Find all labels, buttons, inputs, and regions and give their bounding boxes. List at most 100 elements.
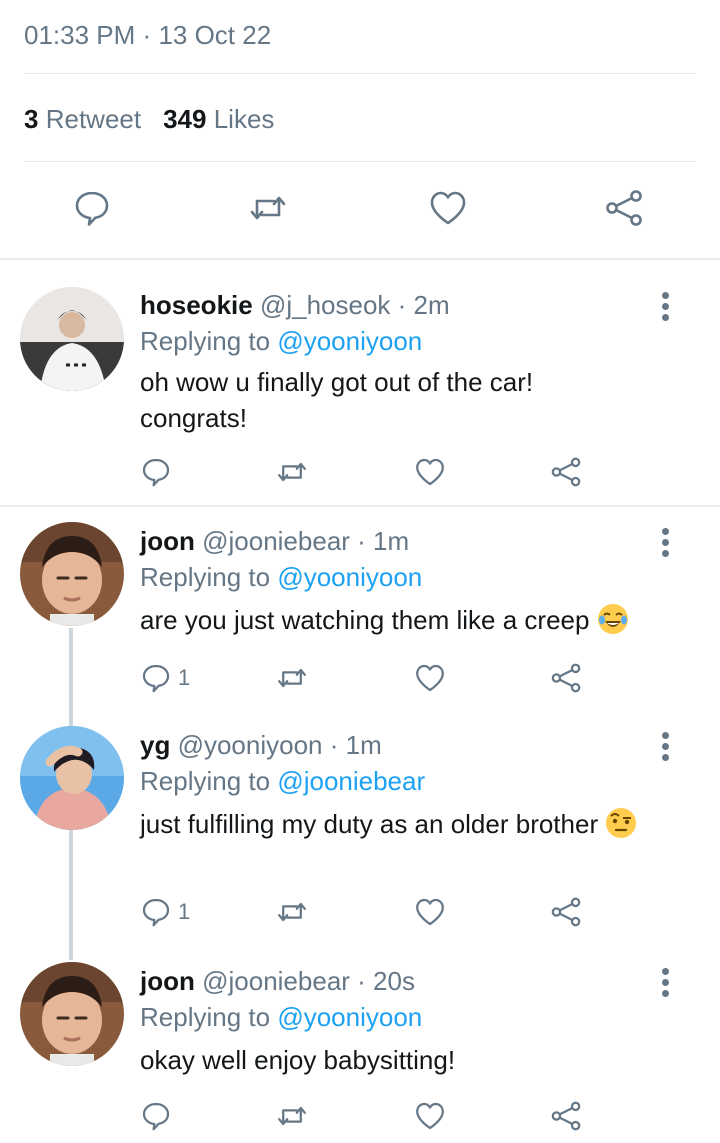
reply-header: hoseokie @j_hoseok · 2m (140, 290, 450, 321)
reply-text: okay well enjoy babysitting! (140, 1045, 456, 1075)
reply-action-bar (0, 454, 720, 490)
replying-to: Replying to @yooniyoon (140, 326, 422, 357)
reply-age: · 20s (357, 966, 415, 996)
heart-icon (430, 191, 466, 225)
retweet-button[interactable] (276, 454, 308, 490)
retweet-icon (278, 902, 306, 922)
reply-age: · 1m (329, 730, 382, 760)
tweet-time: 01:33 PM (24, 20, 136, 50)
share-button[interactable] (550, 660, 582, 696)
retweet-button[interactable] (248, 188, 294, 234)
heart-icon (416, 664, 444, 692)
like-button[interactable] (414, 1098, 446, 1134)
tweet-date: 13 Oct 22 (158, 20, 272, 50)
more-options-button[interactable] (654, 968, 678, 1004)
raised-eyebrow-emoji-icon (606, 808, 637, 838)
share-button[interactable] (550, 454, 582, 490)
like-button[interactable] (414, 894, 446, 930)
retweet-stat[interactable]: 3 Retweet (24, 104, 141, 134)
user-handle[interactable]: @j_hoseok (260, 290, 390, 320)
reply-button[interactable]: 1 (140, 894, 190, 930)
reply-action-bar: 1 (0, 660, 720, 696)
tears-of-joy-emoji-icon (597, 604, 628, 634)
tweet-action-bar (0, 188, 720, 234)
replying-handle-link[interactable]: @jooniebear (277, 766, 425, 796)
reply-button[interactable] (140, 454, 178, 490)
more-options-button[interactable] (654, 292, 678, 328)
heart-icon (416, 1102, 444, 1130)
share-icon (551, 663, 581, 693)
reply-icon (142, 1102, 170, 1131)
retweet-icon (278, 1106, 306, 1126)
likes-stat[interactable]: 349 Likes (163, 104, 274, 134)
retweet-label: Retweet (45, 104, 142, 134)
retweet-icon (278, 668, 306, 688)
replying-label: Replying to (140, 766, 271, 796)
avatar[interactable] (20, 962, 124, 1066)
divider (24, 161, 696, 162)
retweet-icon (250, 196, 286, 220)
display-name[interactable]: hoseokie (140, 290, 253, 320)
replying-label: Replying to (140, 1002, 271, 1032)
reply-icon (142, 898, 170, 927)
reply-icon (142, 458, 170, 487)
reply-count: 1 (178, 899, 191, 924)
retweet-count: 3 (24, 104, 39, 134)
replying-handle-link[interactable]: @yooniyoon (277, 326, 422, 356)
reply-icon (75, 191, 109, 226)
heart-icon (416, 458, 444, 486)
heart-icon (416, 898, 444, 926)
user-handle[interactable]: @jooniebear (202, 526, 350, 556)
likes-label: Likes (213, 104, 275, 134)
reply-header: joon @jooniebear · 1m (140, 526, 409, 557)
user-handle[interactable]: @jooniebear (202, 966, 350, 996)
avatar-image (20, 726, 124, 830)
replying-label: Replying to (140, 562, 271, 592)
reply-header: yg @yooniyoon · 1m (140, 730, 382, 761)
reply-header: joon @jooniebear · 20s (140, 966, 415, 997)
avatar[interactable] (20, 522, 124, 626)
display-name[interactable]: joon (140, 966, 195, 996)
replying-to: Replying to @yooniyoon (140, 1002, 422, 1033)
like-button[interactable] (414, 660, 446, 696)
display-name[interactable]: yg (140, 730, 170, 760)
share-icon (551, 1101, 581, 1131)
more-options-button[interactable] (654, 732, 678, 768)
reply-text: oh wow u finally got out of the car! con… (140, 367, 534, 433)
reply-button[interactable] (72, 188, 118, 234)
replying-to: Replying to @jooniebear (140, 766, 425, 797)
user-handle[interactable]: @yooniyoon (178, 730, 323, 760)
avatar-image (20, 522, 124, 626)
section-divider (0, 258, 720, 260)
avatar[interactable] (20, 726, 124, 830)
share-icon (551, 457, 581, 487)
avatar[interactable] (20, 287, 124, 391)
timestamp-separator: · (142, 20, 152, 50)
reply-icon (142, 664, 170, 693)
retweet-button[interactable] (276, 660, 308, 696)
reply-action-bar: 1 (0, 894, 720, 930)
tweet-timestamp: 01:33 PM · 13 Oct 22 (24, 20, 271, 51)
reply-text-container: are you just watching them like a creep (140, 602, 680, 638)
replying-handle-link[interactable]: @yooniyoon (277, 562, 422, 592)
like-count: 349 (163, 104, 207, 134)
reply-age: · 2m (397, 290, 450, 320)
avatar-image (20, 962, 124, 1066)
replying-handle-link[interactable]: @yooniyoon (277, 1002, 422, 1032)
reply-text-container: just fulfilling my duty as an older brot… (140, 806, 660, 842)
share-button[interactable] (550, 1098, 582, 1134)
like-button[interactable] (414, 454, 446, 490)
display-name[interactable]: joon (140, 526, 195, 556)
reply-text: are you just watching them like a creep (140, 605, 590, 635)
reply-button[interactable] (140, 1098, 178, 1134)
reply-button[interactable]: 1 (140, 660, 190, 696)
avatar-image (20, 287, 124, 391)
share-button[interactable] (604, 188, 650, 234)
reply-text: just fulfilling my duty as an older brot… (140, 809, 599, 839)
like-button[interactable] (428, 188, 474, 234)
share-button[interactable] (550, 894, 582, 930)
retweet-button[interactable] (276, 894, 308, 930)
more-options-button[interactable] (654, 528, 678, 564)
reply-action-bar (0, 1098, 720, 1134)
retweet-button[interactable] (276, 1098, 308, 1134)
